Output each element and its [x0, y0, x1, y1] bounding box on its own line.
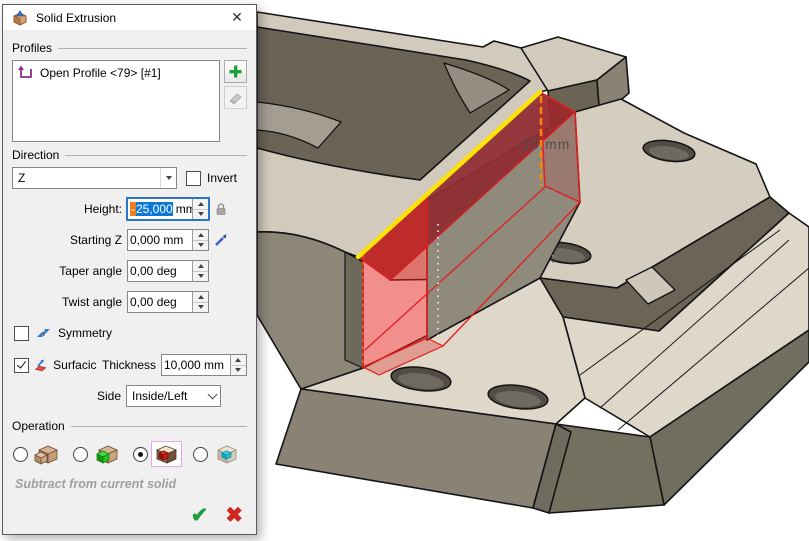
operation-new-solid-radio[interactable] [13, 447, 28, 462]
profiles-listbox[interactable]: Open Profile <79> [#1] [12, 60, 220, 142]
taper-angle-value: 0,00 deg [130, 264, 177, 278]
invert-checkbox[interactable] [186, 171, 201, 186]
thickness-input[interactable]: 10,000 mm [161, 354, 247, 376]
height-label: Height: [84, 202, 122, 216]
group-divider [71, 426, 247, 427]
profiles-group-label: Profiles [12, 41, 52, 55]
thickness-value: 10,000 mm [164, 358, 224, 372]
direction-group-label: Direction [12, 148, 59, 162]
spin-up-button[interactable] [193, 199, 208, 209]
lock-icon [215, 202, 227, 216]
cancel-button[interactable]: ✖ [225, 505, 243, 526]
invert-label: Invert [207, 171, 237, 185]
symmetry-icon [35, 325, 52, 341]
starting-z-value: 0,000 mm [130, 233, 183, 247]
direction-value: Z [18, 171, 160, 185]
operation-common-radio[interactable] [193, 447, 208, 462]
solid-extrusion-dialog: Solid Extrusion ✕ Profiles Open Profile … [2, 4, 257, 535]
profile-list-item[interactable]: Open Profile <79> [#1] [15, 64, 217, 81]
dialog-titlebar[interactable]: Solid Extrusion ✕ [3, 5, 256, 30]
pen-pick-icon [214, 233, 228, 247]
side-label: Side [97, 389, 121, 403]
eraser-icon [228, 90, 243, 105]
starting-z-spinner [192, 230, 208, 250]
twist-angle-label: Twist angle [62, 295, 122, 309]
chevron-down-icon [160, 168, 176, 188]
spin-down-button[interactable] [193, 240, 208, 251]
height-input[interactable]: -25,000mm [127, 198, 209, 220]
profile-item-label: Open Profile <79> [#1] [40, 66, 161, 80]
surfacic-icon [34, 357, 47, 373]
starting-z-label: Starting Z [70, 233, 122, 247]
operation-status-text: Subtract from current solid [15, 477, 247, 491]
symmetry-checkbox[interactable] [14, 326, 29, 341]
close-icon[interactable]: ✕ [222, 6, 252, 29]
pick-z-slot[interactable] [212, 233, 230, 247]
operation-group-label: Operation [12, 419, 65, 433]
taper-angle-input[interactable]: 0,00 deg [127, 260, 209, 282]
taper-angle-spinner [192, 261, 208, 281]
operation-new-solid-icon[interactable] [31, 441, 62, 467]
chevron-down-icon [205, 386, 220, 406]
direction-combobox[interactable]: Z [12, 167, 177, 189]
open-profile-icon [17, 65, 33, 80]
operation-add-radio[interactable] [73, 447, 88, 462]
twist-angle-value: 0,00 deg [130, 295, 177, 309]
solid-extrusion-icon [12, 10, 28, 26]
thickness-label: Thickness [102, 358, 156, 372]
taper-angle-label: Taper angle [59, 264, 122, 278]
surfacic-checkbox[interactable] [14, 358, 29, 373]
spin-down-button[interactable] [193, 209, 208, 220]
spin-down-button[interactable] [193, 271, 208, 282]
height-value-selected: 25,000 [136, 202, 173, 216]
surfacic-label: Surfacic [53, 358, 96, 372]
operation-group-header: Operation [12, 419, 247, 433]
spin-up-button[interactable] [231, 355, 246, 365]
confirm-button[interactable]: ✔ [191, 505, 209, 526]
spin-down-button[interactable] [193, 302, 208, 313]
operation-common-icon[interactable] [211, 441, 242, 467]
remove-profile-button[interactable] [224, 86, 247, 109]
height-lock-slot[interactable] [212, 202, 230, 216]
spin-up-button[interactable] [193, 230, 208, 240]
spin-down-button[interactable] [231, 365, 246, 376]
side-combobox[interactable]: Inside/Left [126, 385, 221, 407]
spin-up-button[interactable] [193, 261, 208, 271]
height-spinner [192, 199, 208, 219]
thickness-spinner [230, 355, 246, 375]
starting-z-input[interactable]: 0,000 mm [127, 229, 209, 251]
group-divider [65, 155, 247, 156]
side-value: Inside/Left [132, 389, 205, 403]
direction-group-header: Direction [12, 148, 247, 162]
operation-add-icon[interactable] [91, 441, 122, 467]
app-root: { "window": { "title": "Solid Extrusion"… [0, 0, 809, 541]
dialog-body: Profiles Open Profile <79> [#1] [3, 30, 256, 534]
plus-icon [228, 64, 243, 79]
dimension-label: -25 mm [516, 137, 571, 152]
spin-up-button[interactable] [193, 292, 208, 302]
operation-subtract-icon[interactable] [151, 441, 182, 467]
twist-angle-spinner [192, 292, 208, 312]
part-wall-dark-sliver [345, 252, 363, 368]
twist-angle-input[interactable]: 0,00 deg [127, 291, 209, 313]
dialog-title: Solid Extrusion [36, 11, 214, 25]
operation-subtract-radio[interactable] [133, 447, 148, 462]
profiles-group-header: Profiles [12, 41, 247, 55]
add-profile-button[interactable] [224, 60, 247, 83]
group-divider [58, 48, 247, 49]
height-unit: mm [176, 202, 192, 216]
symmetry-label: Symmetry [58, 326, 112, 340]
